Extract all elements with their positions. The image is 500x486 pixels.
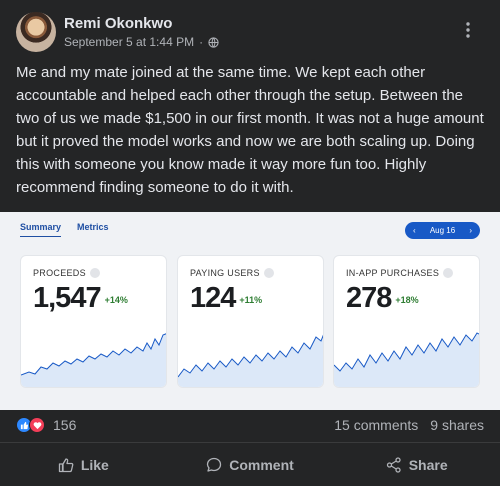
- paying-users-card: PAYING USERS 124 +11%: [177, 255, 324, 388]
- card-delta: +11%: [239, 295, 263, 305]
- reaction-count[interactable]: 156: [53, 417, 76, 433]
- comment-label: Comment: [229, 456, 294, 473]
- like-button[interactable]: Like: [0, 443, 167, 486]
- chevron-left-icon: ‹: [413, 226, 416, 235]
- globe-icon: [208, 36, 219, 48]
- thumbs-up-icon: [58, 457, 74, 472]
- shares-count[interactable]: 9 shares: [430, 417, 484, 433]
- tab-summary: Summary: [20, 222, 62, 237]
- info-icon: [443, 268, 454, 278]
- avatar[interactable]: [16, 12, 56, 52]
- card-label: PROCEEDS: [33, 268, 100, 278]
- proceeds-card: PROCEEDS 1,547 +14%: [20, 255, 167, 388]
- share-icon: [386, 456, 401, 473]
- engagement-stats: 15 comments 9 shares: [334, 417, 484, 433]
- meta-separator: ·: [199, 35, 204, 49]
- post-timestamp[interactable]: September 5 at 1:44 PM: [64, 35, 194, 49]
- card-label: PAYING USERS: [190, 268, 274, 278]
- dashboard-tabs: Summary Metrics: [20, 222, 109, 237]
- card-delta: +14%: [104, 295, 128, 305]
- action-bar: Like Comment Share: [0, 443, 500, 486]
- reaction-icons[interactable]: [16, 417, 45, 433]
- share-label: Share: [408, 456, 448, 473]
- more-vertical-icon: [466, 22, 470, 38]
- comments-count[interactable]: 15 comments: [334, 417, 418, 433]
- comment-icon: [207, 457, 222, 472]
- post-meta: September 5 at 1:44 PM ·: [64, 35, 219, 49]
- proceeds-sparkline: [21, 333, 166, 387]
- card-value: 1,547 +14%: [33, 282, 128, 314]
- card-delta: +18%: [395, 295, 419, 305]
- more-options-button[interactable]: [452, 14, 484, 46]
- post-header: Remi Okonkwo September 5 at 1:44 PM ·: [16, 12, 484, 52]
- chevron-right-icon: ›: [469, 226, 472, 235]
- date-label: Aug 16: [429, 226, 456, 235]
- share-button[interactable]: Share: [333, 443, 500, 486]
- reactions-bar: 156 15 comments 9 shares: [16, 414, 484, 436]
- card-value: 278 +18%: [346, 282, 419, 314]
- dashboard-screenshot[interactable]: Summary Metrics ‹ Aug 16 › PROCEEDS 1,54…: [0, 212, 500, 410]
- date-selector: ‹ Aug 16 ›: [405, 222, 480, 239]
- card-label: IN-APP PURCHASES: [346, 268, 454, 278]
- love-reaction-icon: [29, 417, 45, 433]
- in-app-purchases-sparkline: [334, 332, 479, 387]
- info-icon: [263, 268, 274, 278]
- like-label: Like: [80, 456, 109, 473]
- tab-metrics: Metrics: [77, 222, 109, 232]
- comment-button[interactable]: Comment: [167, 443, 334, 486]
- info-icon: [89, 268, 100, 278]
- paying-users-sparkline: [178, 334, 323, 387]
- author-name[interactable]: Remi Okonkwo: [64, 15, 172, 32]
- post-text: Me and my mate joined at the same time. …: [16, 64, 484, 196]
- in-app-purchases-card: IN-APP PURCHASES 278 +18%: [333, 255, 480, 388]
- card-value: 124 +11%: [190, 282, 263, 314]
